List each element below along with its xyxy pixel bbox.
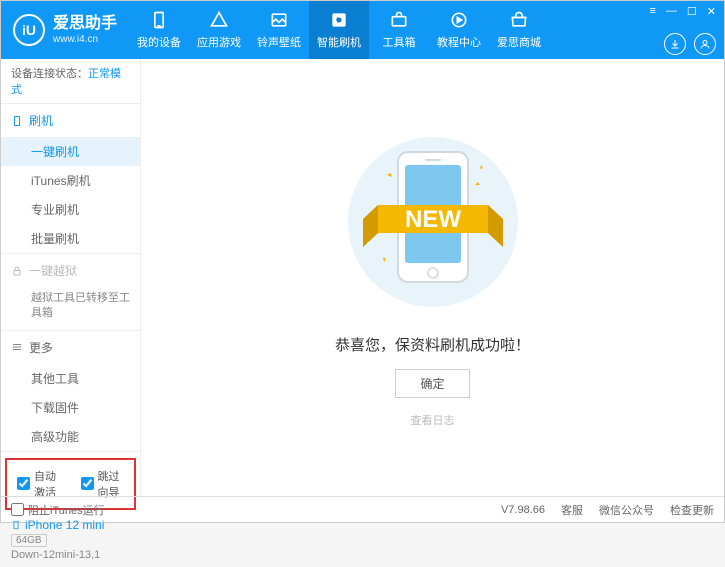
- checkbox-input[interactable]: [11, 503, 24, 516]
- version-text: V7.98.66: [501, 504, 545, 516]
- tab-store[interactable]: 爱思商城: [489, 1, 549, 59]
- update-link[interactable]: 检查更新: [670, 502, 714, 518]
- minimize-icon[interactable]: —: [666, 5, 677, 18]
- success-message: 恭喜您，保资料刷机成功啦！: [335, 334, 530, 355]
- logo-icon: iU: [13, 14, 45, 46]
- wallpaper-icon: [269, 10, 289, 30]
- section-label: 一键越狱: [29, 262, 77, 279]
- header-controls: ≡ — ☐ ✕: [641, 1, 724, 59]
- brand-name: 爱思助手: [53, 14, 117, 33]
- device-storage: 64GB: [11, 534, 47, 547]
- sidebar-item-othertools[interactable]: 其他工具: [1, 364, 140, 393]
- download-icon[interactable]: [664, 33, 686, 55]
- tab-mydevice[interactable]: 我的设备: [129, 1, 189, 59]
- sidebar-flash-header[interactable]: 刷机: [1, 104, 140, 137]
- nav-tabs: 我的设备 应用游戏 铃声壁纸 智能刷机 工具箱 教程中心: [129, 1, 641, 59]
- checkbox-label: 跳过向导: [98, 468, 125, 500]
- wechat-link[interactable]: 微信公众号: [599, 502, 654, 518]
- section-label: 更多: [29, 339, 53, 356]
- support-link[interactable]: 客服: [561, 502, 583, 518]
- store-icon: [509, 10, 529, 30]
- sidebar-item-advanced[interactable]: 高级功能: [1, 422, 140, 451]
- list-icon: [11, 341, 23, 353]
- connection-status: 设备连接状态：正常模式: [1, 59, 140, 104]
- status-label: 设备连接状态：: [11, 68, 88, 80]
- brand-url: www.i4.cn: [53, 34, 117, 46]
- checkbox-label: 阻止iTunes运行: [28, 502, 105, 518]
- tab-tools[interactable]: 工具箱: [369, 1, 429, 59]
- tab-apps[interactable]: 应用游戏: [189, 1, 249, 59]
- phone-illustration: NEW: [333, 127, 533, 320]
- sidebar-item-batch[interactable]: 批量刷机: [1, 224, 140, 253]
- sidebar-more-header[interactable]: 更多: [1, 331, 140, 364]
- app-window: iU 爱思助手 www.i4.cn 我的设备 应用游戏 铃声壁纸 智能刷机: [0, 0, 725, 523]
- sidebar-jailbreak-header: 一键越狱: [1, 254, 140, 287]
- flash-icon: [329, 10, 349, 30]
- checkbox-input[interactable]: [81, 477, 94, 490]
- section-label: 刷机: [29, 112, 53, 129]
- logo-area: iU 爱思助手 www.i4.cn: [1, 1, 129, 59]
- phone-icon: [11, 115, 23, 127]
- apps-icon: [209, 10, 229, 30]
- block-itunes-checkbox[interactable]: 阻止iTunes运行: [11, 502, 105, 518]
- tab-label: 教程中心: [437, 34, 481, 50]
- sidebar: 设备连接状态：正常模式 刷机 一键刷机 iTunes刷机 专业刷机 批量刷机 一…: [1, 59, 141, 496]
- footer: 阻止iTunes运行 V7.98.66 客服 微信公众号 检查更新: [1, 496, 724, 522]
- checkbox-label: 自动激活: [34, 468, 61, 500]
- checkbox-input[interactable]: [17, 477, 30, 490]
- user-icon[interactable]: [694, 33, 716, 55]
- sidebar-item-download[interactable]: 下载固件: [1, 393, 140, 422]
- device-sub: Down-12mini-13,1: [11, 549, 130, 561]
- tab-label: 我的设备: [137, 34, 181, 50]
- tab-label: 爱思商城: [497, 34, 541, 50]
- tab-ringtones[interactable]: 铃声壁纸: [249, 1, 309, 59]
- jailbreak-note: 越狱工具已转移至工具箱: [1, 287, 140, 330]
- phone-icon: [149, 10, 169, 30]
- sidebar-item-itunes[interactable]: iTunes刷机: [1, 166, 140, 195]
- menu-icon[interactable]: ≡: [649, 5, 655, 18]
- confirm-button[interactable]: 确定: [395, 369, 469, 398]
- lock-icon: [11, 265, 23, 277]
- sidebar-item-pro[interactable]: 专业刷机: [1, 195, 140, 224]
- maximize-icon[interactable]: ☐: [687, 5, 697, 18]
- close-icon[interactable]: ✕: [707, 5, 716, 18]
- tab-label: 工具箱: [383, 34, 416, 50]
- checkbox-autoactivate[interactable]: 自动激活: [17, 468, 61, 500]
- toolbox-icon: [389, 10, 409, 30]
- tab-label: 智能刷机: [317, 34, 361, 50]
- new-badge-text: NEW: [405, 206, 461, 233]
- main-content: NEW 恭喜您，保资料刷机成功啦！ 确定 查看日志: [141, 59, 724, 496]
- tab-tutorials[interactable]: 教程中心: [429, 1, 489, 59]
- tab-flash[interactable]: 智能刷机: [309, 1, 369, 59]
- sidebar-item-oneclick[interactable]: 一键刷机: [1, 137, 140, 166]
- checkbox-skipguide[interactable]: 跳过向导: [81, 468, 125, 500]
- body: 设备连接状态：正常模式 刷机 一键刷机 iTunes刷机 专业刷机 批量刷机 一…: [1, 59, 724, 496]
- tab-label: 应用游戏: [197, 34, 241, 50]
- tutorial-icon: [449, 10, 469, 30]
- view-log-link[interactable]: 查看日志: [411, 412, 455, 428]
- tab-label: 铃声壁纸: [257, 34, 301, 50]
- header: iU 爱思助手 www.i4.cn 我的设备 应用游戏 铃声壁纸 智能刷机: [1, 1, 724, 59]
